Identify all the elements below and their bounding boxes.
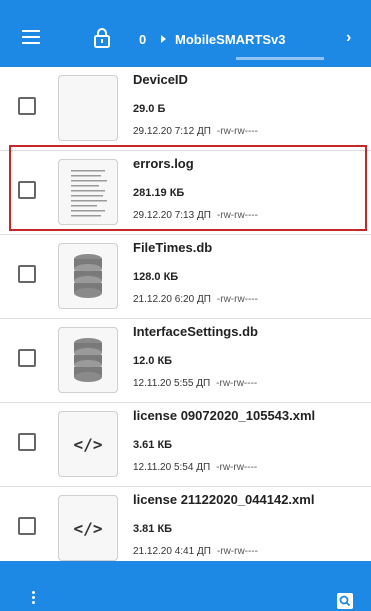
file-row[interactable]: </> license 21122020_044142.xml 3.81 КБ 21.… <box>0 487 371 571</box>
file-meta: 29.12.20 7:13 ДП -rw-rw---- <box>133 210 258 221</box>
file-name: FileTimes.db <box>133 240 213 255</box>
file-size: 29.0 Б <box>133 103 166 115</box>
file-meta: 12.11.20 5:54 ДП -rw-rw---- <box>133 462 257 473</box>
file-row[interactable]: DeviceID 29.0 Б 29.12.20 7:12 ДП -rw-rw---- <box>0 67 371 151</box>
search-icon[interactable] <box>337 593 353 609</box>
file-checkbox[interactable] <box>18 349 36 367</box>
code-icon: </> <box>58 411 118 477</box>
file-row[interactable]: </> license 09072020_105543.xml 3.61 КБ 12.… <box>0 403 371 487</box>
top-app-bar: 0 MobileSMARTSv3 › <box>0 0 371 67</box>
file-meta: 12.11.20 5:55 ДП -rw-rw---- <box>133 378 257 389</box>
file-size: 12.0 КБ <box>133 355 173 367</box>
path-index[interactable]: 0 <box>139 32 146 47</box>
file-date: 29.12.20 7:13 ДП <box>133 210 211 221</box>
file-checkbox[interactable] <box>18 181 36 199</box>
file-date: 29.12.20 7:12 ДП <box>133 126 211 137</box>
code-glyph: </> <box>73 434 103 454</box>
code-icon: </> <box>58 495 118 561</box>
file-date: 12.11.20 5:54 ДП <box>133 462 211 473</box>
file-size: 3.61 КБ <box>133 439 173 451</box>
file-name: DeviceID <box>133 72 188 87</box>
file-row[interactable]: FileTimes.db 128.0 КБ 21.12.20 6:20 ДП -rw-… <box>0 235 371 319</box>
file-meta: 21.12.20 6:20 ДП -rw-rw---- <box>133 294 258 305</box>
path-separator-icon <box>161 35 166 43</box>
file-checkbox[interactable] <box>18 433 36 451</box>
file-permissions: -rw-rw---- <box>216 294 258 305</box>
file-size: 281.19 КБ <box>133 187 185 199</box>
file-permissions: -rw-rw---- <box>216 378 258 389</box>
text-file-icon <box>58 159 118 225</box>
path-scroll-indicator <box>236 57 324 60</box>
file-permissions: -rw-rw---- <box>216 462 258 473</box>
blank-file-icon <box>58 75 118 141</box>
more-vert-icon[interactable] <box>32 591 36 607</box>
file-permissions: -rw-rw---- <box>216 210 258 221</box>
file-permissions: -rw-rw---- <box>216 126 258 137</box>
file-name: InterfaceSettings.db <box>133 324 258 339</box>
database-icon <box>58 243 118 309</box>
file-size: 3.81 КБ <box>133 523 173 535</box>
file-row[interactable]: InterfaceSettings.db 12.0 КБ 12.11.20 5:55… <box>0 319 371 403</box>
path-folder[interactable]: MobileSMARTSv3 <box>175 32 286 47</box>
file-name: license 09072020_105543.xml <box>133 408 316 423</box>
file-permissions: -rw-rw---- <box>216 546 258 557</box>
file-list: DeviceID 29.0 Б 29.12.20 7:12 ДП -rw-rw----… <box>0 67 371 571</box>
file-row[interactable]: errors.log 281.19 КБ 29.12.20 7:13 ДП -rw-r… <box>0 151 371 235</box>
file-date: 21.12.20 4:41 ДП <box>133 546 211 557</box>
file-size: 128.0 КБ <box>133 271 179 283</box>
file-name: errors.log <box>133 156 194 171</box>
lock-icon[interactable] <box>93 28 111 48</box>
file-meta: 29.12.20 7:12 ДП -rw-rw---- <box>133 126 258 137</box>
menu-icon[interactable] <box>22 30 40 44</box>
bottom-bar <box>0 561 371 611</box>
file-checkbox[interactable] <box>18 97 36 115</box>
file-checkbox[interactable] <box>18 265 36 283</box>
file-name: license 21122020_044142.xml <box>133 492 315 507</box>
file-date: 12.11.20 5:55 ДП <box>133 378 211 389</box>
database-icon <box>58 327 118 393</box>
file-checkbox[interactable] <box>18 517 36 535</box>
code-glyph: </> <box>73 518 103 538</box>
file-meta: 21.12.20 4:41 ДП -rw-rw---- <box>133 546 258 557</box>
chevron-right-icon[interactable]: › <box>346 29 351 47</box>
file-date: 21.12.20 6:20 ДП <box>133 294 211 305</box>
